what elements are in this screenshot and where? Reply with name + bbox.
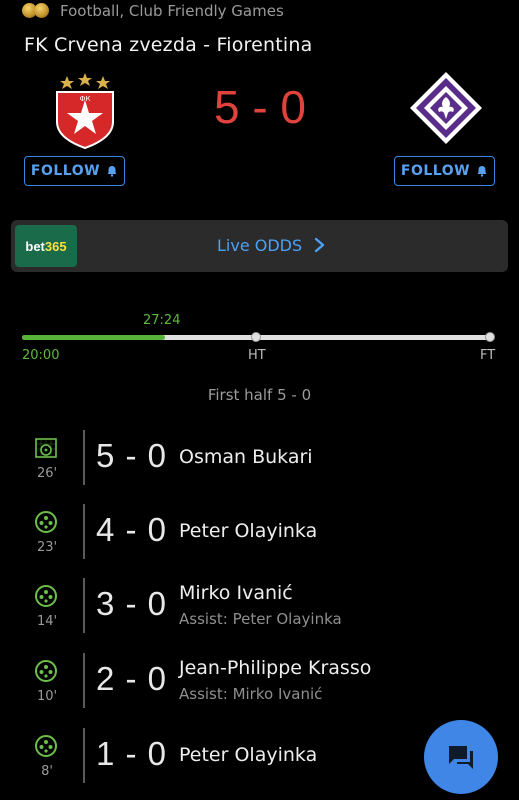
half-summary: First half 5 - 0: [207, 386, 312, 404]
event-assist: Assist: Mirko Ivanić: [179, 685, 323, 703]
event-score: 5 - 0: [96, 437, 168, 474]
home-team-crest[interactable]: ФК: [45, 70, 125, 150]
globe-icon: [22, 1, 52, 21]
event-minute: 14': [36, 614, 58, 629]
home-follow-label: FOLLOW: [30, 163, 101, 179]
event-player[interactable]: Jean-Philippe Krasso: [179, 657, 371, 679]
event-minute: 10': [36, 689, 58, 704]
event-divider: [83, 430, 85, 485]
match-score: 5 - 0: [213, 81, 307, 133]
event-minute: 8': [41, 764, 53, 779]
event-minute: 23': [36, 540, 58, 555]
football-icon: [35, 511, 57, 533]
event-score: 4 - 0: [96, 511, 168, 548]
event-player[interactable]: Peter Olayinka: [179, 744, 317, 766]
competition-label: Football, Club Friendly Games: [60, 2, 284, 20]
event-divider: [83, 653, 85, 708]
event-player[interactable]: Mirko Ivanić: [179, 582, 293, 604]
event-score: 3 - 0: [96, 585, 168, 622]
match-timeline: [22, 332, 495, 342]
event-minute: 26': [36, 466, 58, 481]
event-row[interactable]: 23' 4 - 0 Peter Olayinka: [0, 504, 519, 564]
chevron-right-icon: [314, 237, 325, 253]
bell-icon: [477, 166, 487, 177]
competition-row[interactable]: Football, Club Friendly Games: [22, 0, 284, 22]
fulltime-marker: [485, 332, 495, 342]
live-odds-banner[interactable]: bet 365 Live ODDS: [11, 220, 508, 272]
goal-net-icon: [35, 438, 57, 458]
football-icon: [35, 660, 57, 682]
event-row[interactable]: 10' 2 - 0 Jean-Philippe Krasso Assist: M…: [0, 653, 519, 713]
event-divider: [83, 504, 85, 559]
event-row[interactable]: 26' 5 - 0 Osman Bukari: [0, 430, 519, 490]
timeline-ft-label: FT: [480, 348, 496, 363]
timeline-ht-label: HT: [248, 348, 266, 363]
chat-button[interactable]: [424, 720, 498, 794]
match-title: FK Crvena zvezda - Fiorentina: [24, 34, 313, 56]
away-follow-label: FOLLOW: [400, 163, 471, 179]
event-divider: [83, 728, 85, 783]
bet365-logo: bet 365: [15, 225, 77, 267]
timeline-start-label: 20:00: [22, 348, 60, 363]
event-player[interactable]: Peter Olayinka: [179, 520, 317, 542]
event-row[interactable]: 14' 3 - 0 Mirko Ivanić Assist: Peter Ola…: [0, 578, 519, 638]
event-score: 1 - 0: [96, 735, 168, 772]
live-odds-label: Live ODDS: [217, 236, 303, 255]
event-divider: [83, 578, 85, 633]
timeline-current-time: 27:24: [143, 313, 181, 328]
football-icon: [35, 585, 57, 607]
away-team-crest[interactable]: [406, 70, 486, 150]
halftime-marker: [251, 332, 261, 342]
event-assist: Assist: Peter Olayinka: [179, 610, 342, 628]
home-follow-button[interactable]: FOLLOW: [24, 156, 125, 186]
event-player[interactable]: Osman Bukari: [179, 446, 313, 468]
event-score: 2 - 0: [96, 660, 168, 697]
timeline-progress: [22, 335, 165, 340]
bell-icon: [107, 166, 117, 177]
away-follow-button[interactable]: FOLLOW: [394, 156, 495, 186]
chat-icon: [449, 746, 473, 769]
svg-text:ФК: ФК: [80, 95, 91, 103]
football-icon: [35, 735, 57, 757]
